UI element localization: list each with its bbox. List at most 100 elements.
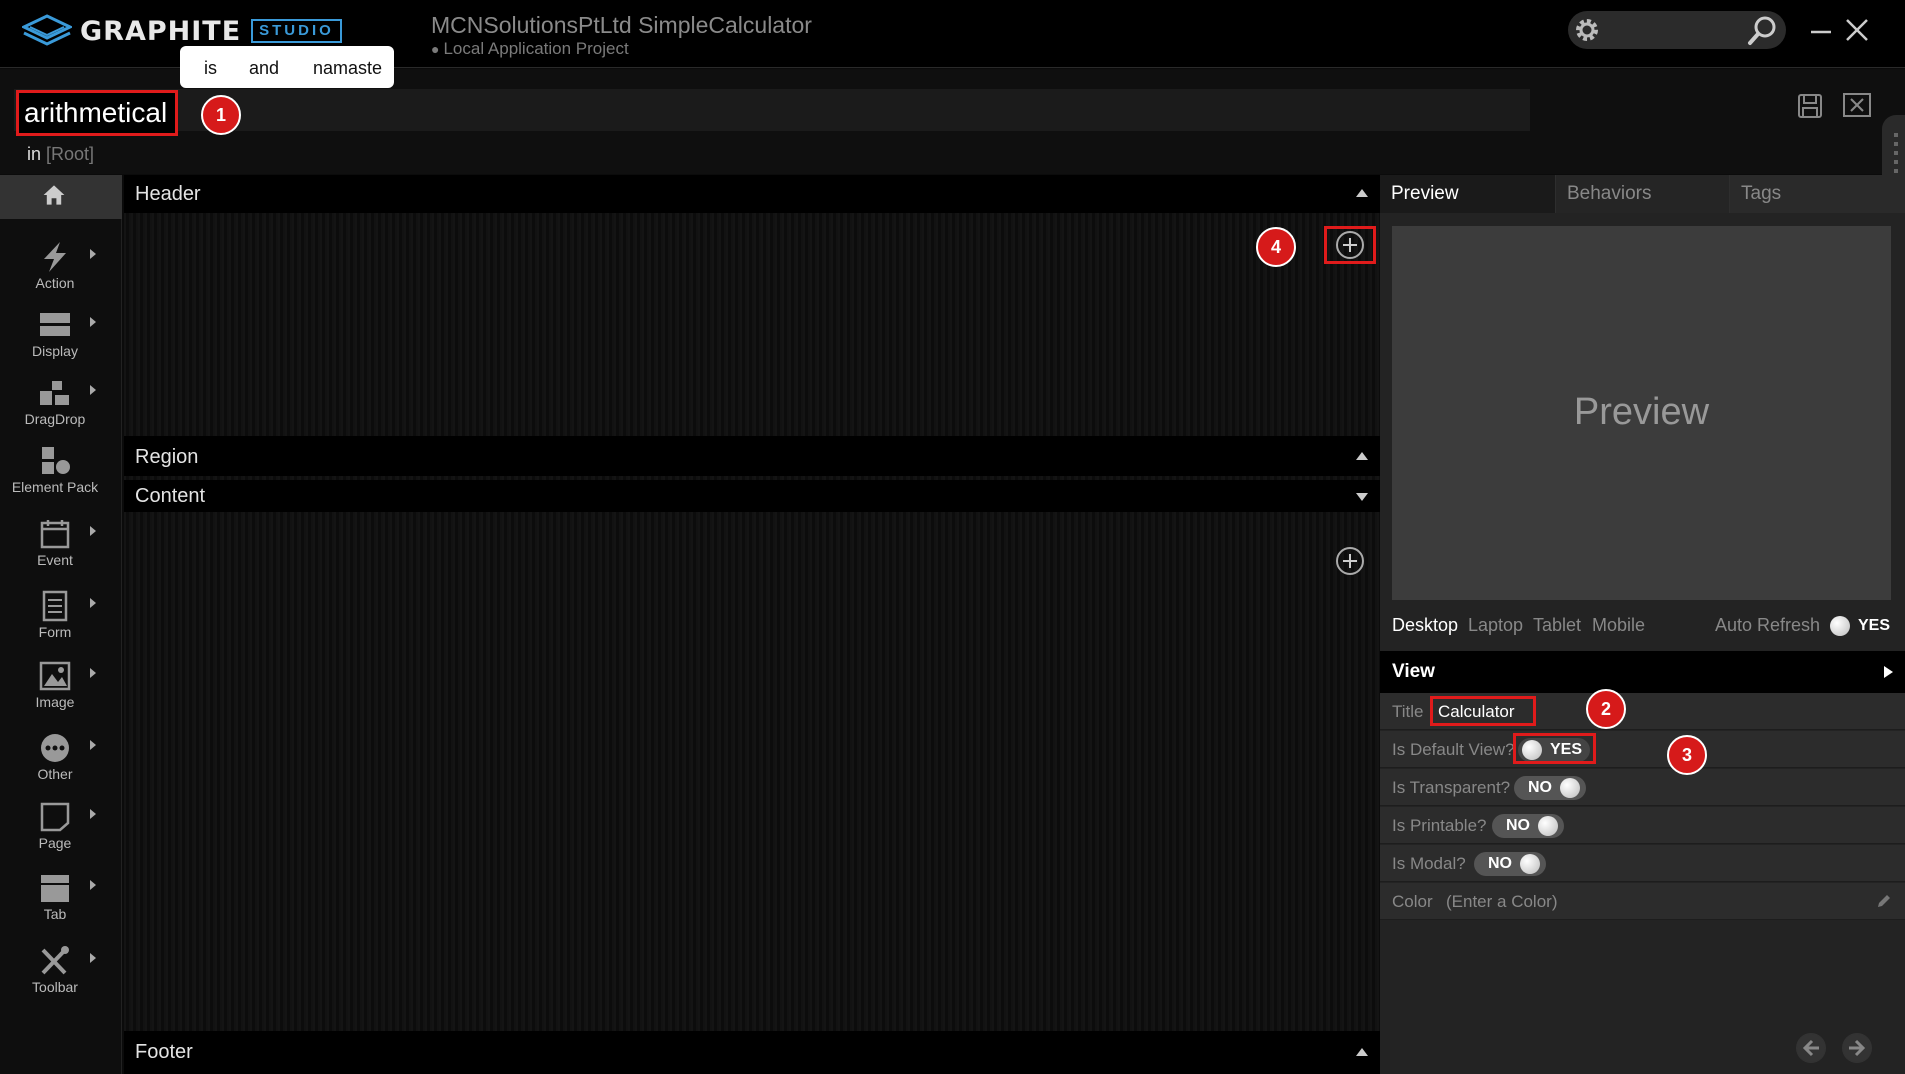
header-section[interactable]: Header [124,175,1380,213]
collapse-icon[interactable] [1356,1048,1368,1056]
toolbar-item-element-pack[interactable]: Element Pack [0,445,110,495]
toolbar-item-page[interactable]: Page [0,801,110,851]
toolbar-item-form[interactable]: Form [0,590,110,640]
toolbar-item-other[interactable]: Other [0,732,110,782]
minimize-icon[interactable] [1809,16,1833,44]
project-subtitle: ● Local Application Project [431,39,629,59]
expand-icon[interactable] [1356,493,1368,501]
dragdrop-icon [40,381,69,405]
toolbar-item-label: Page [38,835,72,851]
header-add-button[interactable] [1336,231,1364,259]
default-view-highlight [1513,733,1596,764]
close-view-icon[interactable] [1843,93,1871,117]
toolbar-item-label: Action [35,275,75,291]
expand-arrow-icon [90,526,96,536]
color-input[interactable]: (Enter a Color) [1446,892,1557,912]
device-tablet[interactable]: Tablet [1533,615,1581,636]
form-icon [42,590,68,622]
toolbar-item-label: Tab [43,906,67,922]
prop-default-view-row: Is Default View? YES [1380,731,1905,768]
back-arrow-icon[interactable] [1796,1033,1826,1063]
prop-label: Is Default View? [1392,740,1515,759]
toolbar-item-label: Element Pack [11,479,99,495]
tab-tags[interactable]: Tags [1730,175,1905,213]
suggestion-item[interactable]: namaste [313,58,382,79]
view-name-bar[interactable] [14,89,1530,131]
auto-refresh-label: Auto Refresh [1715,615,1821,635]
image-icon [39,661,71,691]
toolbar-item-label: Other [37,766,73,782]
view-section-header[interactable]: View [1380,651,1905,693]
device-selector: Desktop Laptop Tablet Mobile Auto Refres… [1392,615,1892,639]
location-pin-icon: ● [431,41,440,57]
page-icon [40,802,70,832]
logo-badge: STUDIO [251,19,342,43]
device-desktop[interactable]: Desktop [1392,615,1458,636]
toggle-value: YES [1858,617,1891,634]
suggestion-item[interactable]: is [204,58,217,79]
auto-refresh-toggle[interactable]: YES [1830,616,1890,636]
toolbar-item-image[interactable]: Image [0,660,110,710]
expand-arrow-icon [90,385,96,395]
title-input[interactable]: Calculator [1430,696,1536,726]
tab-preview[interactable]: Preview [1380,175,1555,213]
toggle-value: NO [1528,779,1552,796]
forward-arrow-icon[interactable] [1842,1033,1872,1063]
expand-arrow-icon [90,809,96,819]
pencil-icon[interactable] [1876,893,1892,909]
modal-toggle[interactable]: NO [1474,852,1546,876]
view-location: in [Root] [27,144,94,165]
device-laptop[interactable]: Laptop [1468,615,1523,636]
expand-icon[interactable] [1884,666,1893,678]
toolbar-item-event[interactable]: Event [0,518,110,568]
toolbar-item-toolbar[interactable]: Toolbar [0,945,110,995]
tab-behaviors[interactable]: Behaviors [1556,175,1729,213]
section-title: Content [135,485,206,507]
callout-badge: 4 [1256,227,1296,267]
logo-text: GRAPHITE [80,15,242,47]
callout-badge: 3 [1667,735,1707,775]
toolbar-item-tab[interactable]: Tab [0,872,110,922]
save-icon[interactable] [1797,93,1823,119]
prop-label: Is Modal? [1392,854,1466,873]
prop-label: Is Transparent? [1392,778,1511,797]
project-title: MCNSolutionsPtLtd SimpleCalculator [431,12,812,38]
toggle-knob [1560,778,1580,798]
section-title: Header [135,182,201,205]
home-icon [43,185,65,205]
preview-placeholder: Preview [1573,391,1710,433]
display-icon [40,313,70,336]
expand-arrow-icon [90,598,96,608]
suggestion-item[interactable]: and [249,58,279,79]
footer-section[interactable]: Footer [124,1031,1380,1074]
collapse-icon[interactable] [1356,189,1368,197]
toolbar-item-dragdrop[interactable]: DragDrop [0,377,110,427]
transparent-toggle[interactable]: NO [1514,776,1586,800]
prop-label: Title [1392,702,1424,721]
expand-arrow-icon [90,880,96,890]
prop-label: Color [1392,892,1433,911]
element-toolbar: Action Display DragDrop Element Pack Eve… [0,175,122,1074]
printable-toggle[interactable]: NO [1492,814,1564,838]
search-icon[interactable] [1746,13,1780,47]
content-section[interactable]: Content [124,480,1380,512]
region-section[interactable]: Region [124,436,1380,476]
toolbar-item-action[interactable]: Action [0,241,110,291]
callout-badge: 1 [201,95,241,135]
toolbar-item-display[interactable]: Display [0,309,110,359]
toolbar-item-label: Form [38,624,72,640]
app-logo: GRAPHITE STUDIO [22,13,342,49]
gear-icon[interactable] [1571,14,1603,46]
toolbar-item-label: Event [37,552,73,568]
expand-arrow-icon [90,740,96,750]
content-add-button[interactable] [1336,547,1364,575]
location-link[interactable]: [Root] [46,144,94,164]
expand-arrow-icon [90,953,96,963]
device-mobile[interactable]: Mobile [1592,615,1645,636]
view-name-input[interactable]: arithmetical [16,90,178,136]
close-icon[interactable] [1843,16,1871,44]
handle-dots-icon [1894,133,1898,173]
section-title: View [1392,661,1435,682]
home-button[interactable] [0,175,122,219]
collapse-icon[interactable] [1356,452,1368,460]
